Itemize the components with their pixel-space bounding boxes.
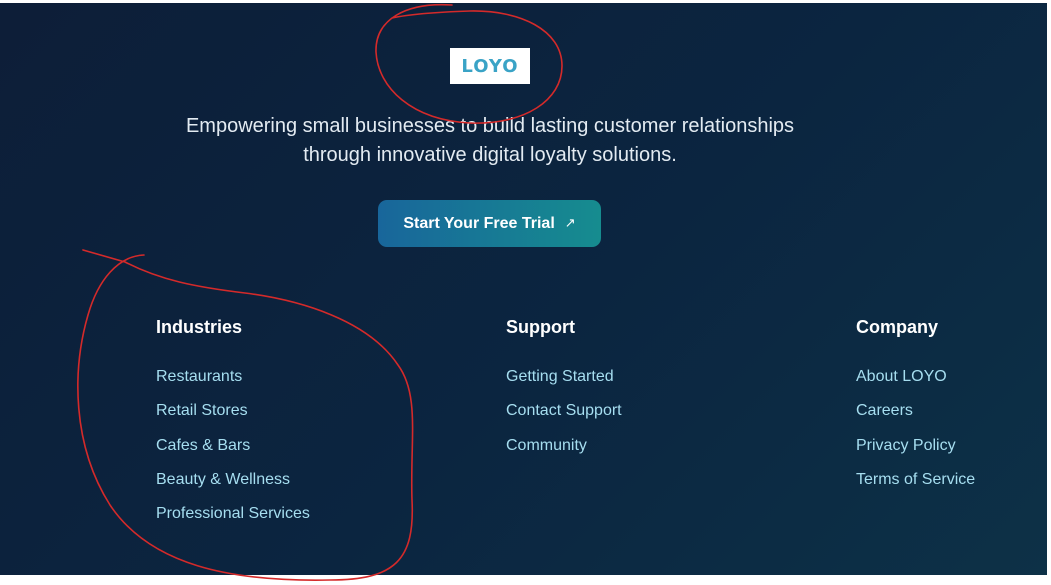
cta-label: Start Your Free Trial <box>403 214 555 232</box>
arrow-up-right-icon: ↗ <box>564 216 576 231</box>
link-retail-stores[interactable]: Retail Stores <box>156 401 310 421</box>
link-contact-support[interactable]: Contact Support <box>506 401 622 421</box>
link-community[interactable]: Community <box>506 436 622 456</box>
link-careers[interactable]: Careers <box>856 401 975 421</box>
support-heading: Support <box>506 317 575 337</box>
link-privacy-policy[interactable]: Privacy Policy <box>856 436 975 456</box>
link-terms-of-service[interactable]: Terms of Service <box>856 470 975 490</box>
industries-links: Restaurants Retail Stores Cafes & Bars B… <box>156 367 310 524</box>
loyo-logo[interactable]: LOYO <box>450 48 530 84</box>
link-about-loyo[interactable]: About LOYO <box>856 367 975 387</box>
link-getting-started[interactable]: Getting Started <box>506 367 622 387</box>
support-column: Support Getting Started Contact Support … <box>506 317 622 470</box>
site-footer: LOYO Empowering small businesses to buil… <box>0 3 1047 575</box>
start-free-trial-button[interactable]: Start Your Free Trial ↗ <box>378 200 601 247</box>
link-beauty-wellness[interactable]: Beauty & Wellness <box>156 470 310 490</box>
company-heading: Company <box>856 317 939 337</box>
support-links: Getting Started Contact Support Communit… <box>506 367 622 456</box>
link-cafes-bars[interactable]: Cafes & Bars <box>156 436 310 456</box>
link-restaurants[interactable]: Restaurants <box>156 367 310 387</box>
industries-column: Industries Restaurants Retail Stores Caf… <box>156 317 310 538</box>
link-professional-services[interactable]: Professional Services <box>156 504 310 524</box>
logo-text: LOYO <box>461 55 519 77</box>
tagline-line-1: Empowering small businesses to build las… <box>185 115 795 137</box>
company-links: About LOYO Careers Privacy Policy Terms … <box>856 367 975 490</box>
industries-heading: Industries <box>156 317 243 337</box>
tagline: Empowering small businesses to build las… <box>140 112 840 170</box>
tagline-line-2: through innovative digital loyalty solut… <box>303 144 677 166</box>
company-column: Company About LOYO Careers Privacy Polic… <box>856 317 975 504</box>
